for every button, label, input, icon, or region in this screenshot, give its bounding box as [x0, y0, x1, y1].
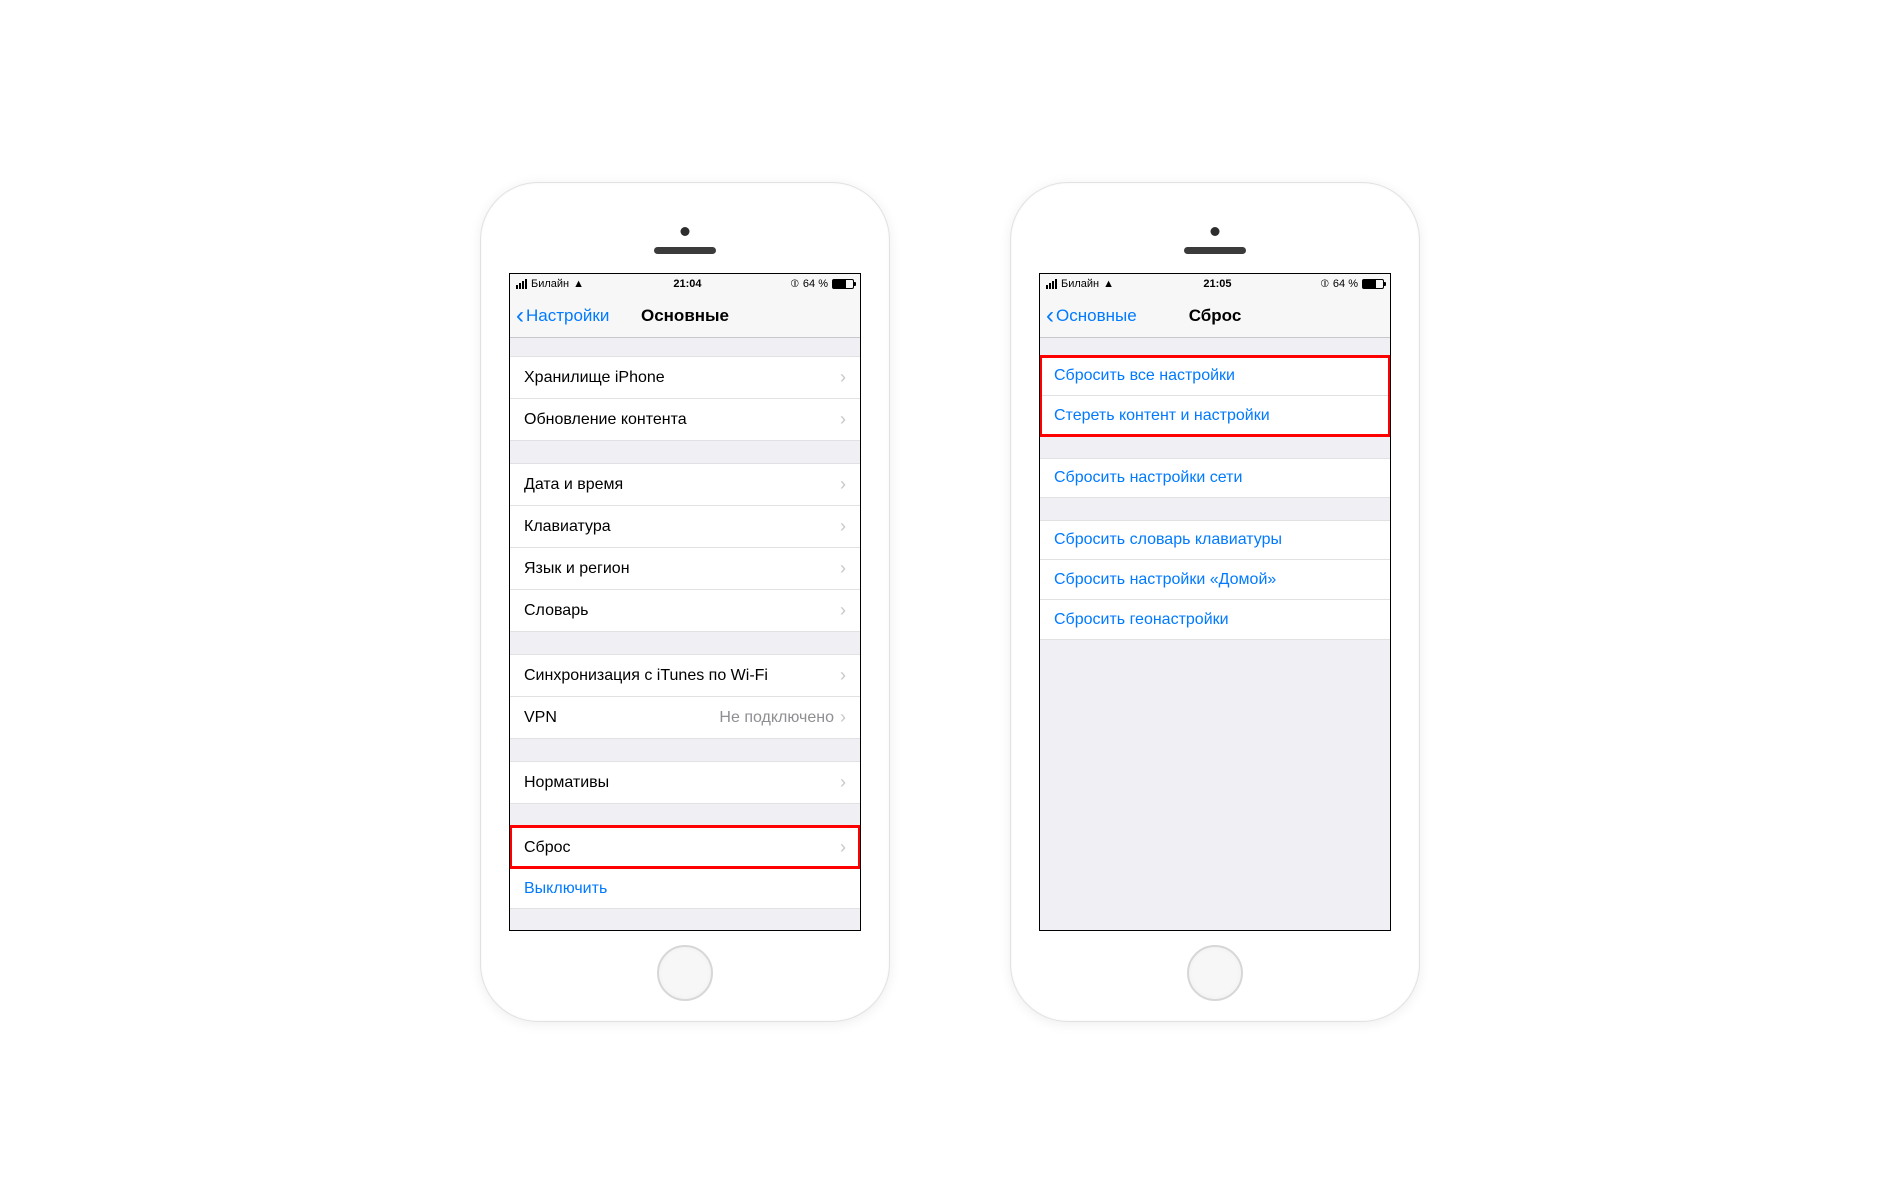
- cell-regulatory[interactable]: Нормативы ›: [510, 761, 860, 804]
- cell-label: Словарь: [524, 602, 840, 620]
- cell-detail: Не подключено: [719, 709, 834, 727]
- cell-reset-location[interactable]: Сбросить геонастройки: [1040, 600, 1390, 640]
- cell-reset-keyboard-dict[interactable]: Сбросить словарь клавиатуры: [1040, 520, 1390, 560]
- chevron-right-icon: ›: [840, 600, 846, 621]
- group-sync: Синхронизация с iTunes по Wi-Fi › VPN Не…: [510, 654, 860, 739]
- cell-label: Сбросить словарь клавиатуры: [1054, 531, 1376, 549]
- cell-label: Сбросить настройки сети: [1054, 469, 1376, 487]
- cell-label: Дата и время: [524, 476, 840, 494]
- battery-icon: [832, 279, 854, 289]
- cell-label: Сбросить настройки «Домой»: [1054, 571, 1376, 589]
- status-left: Билайн ▲: [516, 278, 584, 290]
- group-locale: Дата и время › Клавиатура › Язык и регио…: [510, 463, 860, 632]
- screen: Билайн ▲ 21:05 ⦶ 64 % ‹ Основные Сброс С…: [1039, 273, 1391, 931]
- battery-pct: 64 %: [803, 278, 828, 290]
- cell-label: Сбросить все настройки: [1054, 367, 1376, 385]
- cell-shutdown[interactable]: Выключить: [510, 869, 860, 909]
- phone-left: Билайн ▲ 21:04 ⦶ 64 % ‹ Настройки Основн…: [480, 182, 890, 1022]
- group-storage: Хранилище iPhone › Обновление контента ›: [510, 356, 860, 441]
- group-regulatory: Нормативы ›: [510, 761, 860, 804]
- cell-date-time[interactable]: Дата и время ›: [510, 463, 860, 506]
- carrier-label: Билайн: [531, 278, 569, 290]
- chevron-right-icon: ›: [840, 474, 846, 495]
- status-left: Билайн ▲: [1046, 278, 1114, 290]
- cell-background-refresh[interactable]: Обновление контента ›: [510, 399, 860, 441]
- battery-pct: 64 %: [1333, 278, 1358, 290]
- signal-icon: [1046, 279, 1057, 289]
- chevron-left-icon: ‹: [516, 304, 524, 328]
- status-time: 21:04: [673, 278, 701, 290]
- nav-bar: ‹ Основные Сброс: [1040, 294, 1390, 338]
- phone-right: Билайн ▲ 21:05 ⦶ 64 % ‹ Основные Сброс С…: [1010, 182, 1420, 1022]
- group-reset-network: Сбросить настройки сети: [1040, 458, 1390, 498]
- speaker-slot: [1184, 247, 1246, 254]
- cell-label: Клавиатура: [524, 518, 840, 536]
- nav-bar: ‹ Настройки Основные: [510, 294, 860, 338]
- cell-label: Синхронизация с iTunes по Wi-Fi: [524, 667, 840, 685]
- cell-storage[interactable]: Хранилище iPhone ›: [510, 356, 860, 399]
- status-bar: Билайн ▲ 21:05 ⦶ 64 %: [1040, 274, 1390, 294]
- cell-reset-all-settings[interactable]: Сбросить все настройки: [1040, 356, 1390, 396]
- cell-vpn[interactable]: VPN Не подключено ›: [510, 697, 860, 739]
- cell-erase-all-content[interactable]: Стереть контент и настройки: [1040, 396, 1390, 436]
- back-button[interactable]: ‹ Основные: [1040, 304, 1137, 328]
- signal-icon: [516, 279, 527, 289]
- cell-dictionary[interactable]: Словарь ›: [510, 590, 860, 632]
- group-reset-all: Сбросить все настройки Стереть контент и…: [1040, 356, 1390, 436]
- cell-label: Выключить: [524, 880, 846, 898]
- group-reset: Сброс › Выключить: [510, 826, 860, 909]
- group-reset-other: Сбросить словарь клавиатуры Сбросить нас…: [1040, 520, 1390, 640]
- home-button[interactable]: [1187, 945, 1243, 1001]
- back-label: Настройки: [526, 306, 609, 326]
- reset-content[interactable]: Сбросить все настройки Стереть контент и…: [1040, 338, 1390, 930]
- screen: Билайн ▲ 21:04 ⦶ 64 % ‹ Настройки Основн…: [509, 273, 861, 931]
- home-button[interactable]: [657, 945, 713, 1001]
- battery-icon: [1362, 279, 1384, 289]
- chevron-right-icon: ›: [840, 837, 846, 858]
- alarm-icon: ⦶: [791, 278, 799, 291]
- cell-language-region[interactable]: Язык и регион ›: [510, 548, 860, 590]
- chevron-right-icon: ›: [840, 558, 846, 579]
- wifi-icon: ▲: [573, 278, 584, 290]
- cell-itunes-wifi-sync[interactable]: Синхронизация с iTunes по Wi-Fi ›: [510, 654, 860, 697]
- cell-label: Обновление контента: [524, 411, 840, 429]
- cell-label: Сбросить геонастройки: [1054, 611, 1376, 629]
- alarm-icon: ⦶: [1321, 278, 1329, 291]
- cell-label: Сброс: [524, 839, 840, 857]
- status-time: 21:05: [1203, 278, 1231, 290]
- cell-reset-home-layout[interactable]: Сбросить настройки «Домой»: [1040, 560, 1390, 600]
- chevron-right-icon: ›: [840, 665, 846, 686]
- carrier-label: Билайн: [1061, 278, 1099, 290]
- chevron-right-icon: ›: [840, 772, 846, 793]
- wifi-icon: ▲: [1103, 278, 1114, 290]
- status-bar: Билайн ▲ 21:04 ⦶ 64 %: [510, 274, 860, 294]
- cell-reset-network[interactable]: Сбросить настройки сети: [1040, 458, 1390, 498]
- chevron-right-icon: ›: [840, 707, 846, 728]
- cell-reset[interactable]: Сброс ›: [510, 826, 860, 869]
- chevron-right-icon: ›: [840, 367, 846, 388]
- status-right: ⦶ 64 %: [791, 278, 854, 291]
- back-label: Основные: [1056, 306, 1137, 326]
- settings-content[interactable]: Хранилище iPhone › Обновление контента ›…: [510, 338, 860, 930]
- status-right: ⦶ 64 %: [1321, 278, 1384, 291]
- cell-label: Стереть контент и настройки: [1054, 407, 1376, 425]
- cell-label: VPN: [524, 709, 719, 727]
- chevron-left-icon: ‹: [1046, 304, 1054, 328]
- chevron-right-icon: ›: [840, 516, 846, 537]
- speaker-slot: [654, 247, 716, 254]
- chevron-right-icon: ›: [840, 409, 846, 430]
- cell-keyboard[interactable]: Клавиатура ›: [510, 506, 860, 548]
- cell-label: Язык и регион: [524, 560, 840, 578]
- back-button[interactable]: ‹ Настройки: [510, 304, 609, 328]
- cell-label: Хранилище iPhone: [524, 369, 840, 387]
- cell-label: Нормативы: [524, 774, 840, 792]
